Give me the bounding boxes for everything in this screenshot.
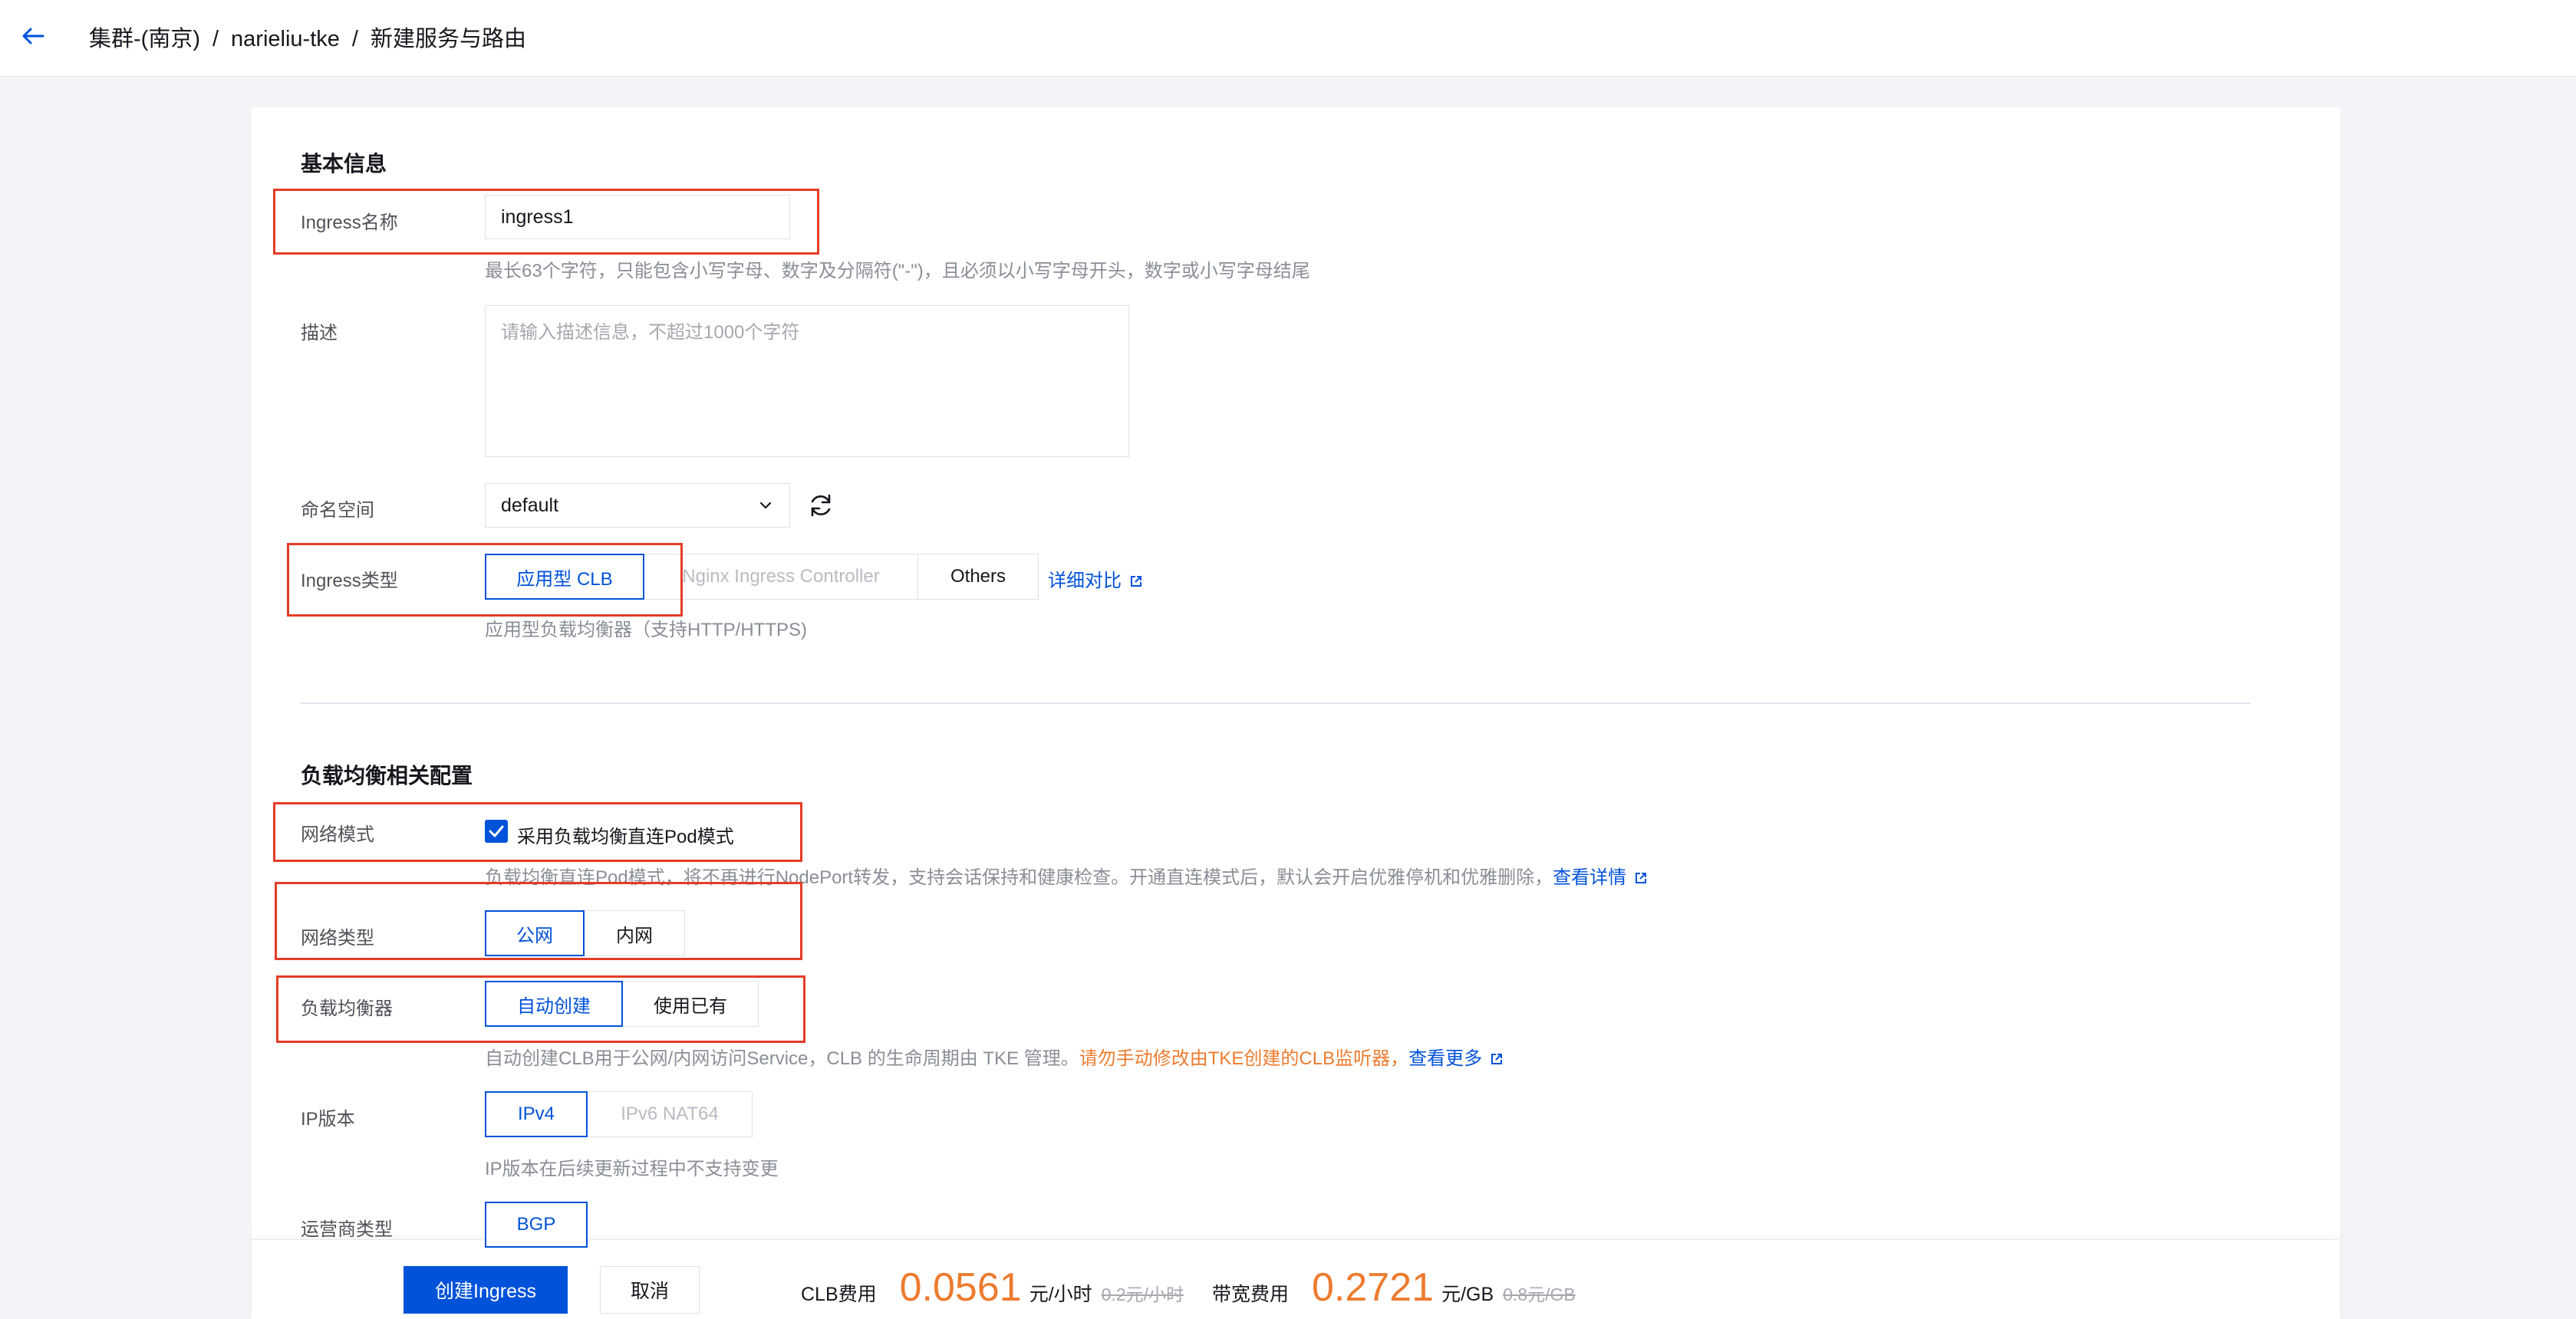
- ip-version-segmented: IPv4 IPv6 NAT64: [485, 1091, 753, 1137]
- bandwidth-fee-amount: 0.2721: [1312, 1265, 1435, 1310]
- description-label: 描述: [301, 323, 338, 344]
- ingress-name-label: Ingress名称: [301, 212, 398, 233]
- load-balancer-hint: 自动创建CLB用于公网/内网访问Service，CLB 的生命周期由 TKE 管…: [485, 1043, 1504, 1070]
- breadcrumb-separator: /: [351, 27, 358, 51]
- network-mode-hint: 负载均衡直连Pod模式，将不再进行NodePort转发，支持会话保持和健康检查。…: [485, 862, 1648, 889]
- ingress-name-input[interactable]: ingress1: [485, 195, 790, 239]
- isp-type-option-bgp[interactable]: BGP: [485, 1202, 588, 1248]
- breadcrumb-cluster[interactable]: 集群-(南京): [89, 27, 200, 51]
- view-details-link[interactable]: 查看详情: [1553, 867, 1648, 888]
- view-details-label: 查看详情: [1553, 867, 1627, 888]
- namespace-label: 命名空间: [301, 500, 374, 521]
- bandwidth-fee: 带宽费用 0.2721 元/GB 0.8元/GB: [1212, 1265, 1576, 1311]
- section-divider: [301, 702, 2251, 704]
- direct-pod-checkbox-label[interactable]: 采用负载均衡直连Pod模式: [517, 821, 734, 848]
- compare-link-label: 详细对比: [1048, 571, 1122, 591]
- ingress-type-label: Ingress类型: [301, 571, 398, 591]
- ip-version-option-ipv4[interactable]: IPv4: [485, 1091, 588, 1137]
- create-ingress-button[interactable]: 创建Ingress: [404, 1266, 568, 1314]
- isp-type-label: 运营商类型: [301, 1219, 393, 1240]
- ingress-type-option-clb[interactable]: 应用型 CLB: [485, 554, 644, 600]
- namespace-select[interactable]: default: [485, 483, 790, 528]
- breadcrumb: 集群-(南京) / narieliu-tke / 新建服务与路由: [89, 23, 526, 55]
- load-balancer-hint-text: 自动创建CLB用于公网/内网访问Service，CLB 的生命周期由 TKE 管…: [485, 1048, 1079, 1069]
- ingress-type-segmented: 应用型 CLB Nginx Ingress Controller Others: [485, 554, 1039, 600]
- basic-info-title: 基本信息: [301, 152, 387, 176]
- ingress-type-option-nginx[interactable]: Nginx Ingress Controller: [644, 554, 918, 600]
- network-type-segmented: 公网 内网: [485, 910, 685, 956]
- form-card: [252, 107, 2340, 1319]
- ingress-type-option-others[interactable]: Others: [917, 554, 1039, 600]
- refresh-icon[interactable]: [807, 492, 835, 519]
- ip-version-label: IP版本: [301, 1109, 355, 1130]
- chevron-down-icon: [759, 502, 772, 509]
- direct-pod-checkbox[interactable]: [485, 820, 508, 843]
- back-arrow-icon[interactable]: [17, 20, 49, 52]
- bandwidth-fee-label: 带宽费用: [1212, 1284, 1290, 1305]
- clb-fee-label: CLB费用: [801, 1284, 877, 1305]
- lb-config-title: 负载均衡相关配置: [301, 764, 473, 788]
- clb-fee: CLB费用 0.0561 元/小时 0.2元/小时: [801, 1265, 1184, 1311]
- ip-version-hint: IP版本在后续更新过程中不支持变更: [485, 1159, 779, 1179]
- ip-version-option-ipv6[interactable]: IPv6 NAT64: [587, 1091, 753, 1137]
- footer-bar: 创建Ingress 取消 CLB费用 0.0561 元/小时 0.2元/小时 带…: [252, 1239, 2340, 1319]
- load-balancer-option-existing[interactable]: 使用已有: [622, 981, 759, 1027]
- load-balancer-label: 负载均衡器: [301, 998, 393, 1019]
- clb-fee-original: 0.2元/小时: [1101, 1284, 1184, 1304]
- ingress-name-hint: 最长63个字符，只能包含小写字母、数字及分隔符("-")，且必须以小写字母开头，…: [485, 261, 1310, 281]
- isp-type-segmented: BGP: [485, 1202, 588, 1248]
- external-link-icon: [1131, 576, 1141, 587]
- view-more-link[interactable]: 查看更多: [1408, 1048, 1504, 1069]
- clb-fee-unit: 元/小时: [1029, 1284, 1092, 1305]
- network-mode-label: 网络模式: [301, 824, 374, 845]
- breadcrumb-separator: /: [212, 27, 219, 51]
- network-type-option-private[interactable]: 内网: [584, 910, 685, 956]
- compare-link[interactable]: 详细对比: [1048, 565, 1143, 592]
- bandwidth-fee-original: 0.8元/GB: [1503, 1284, 1576, 1304]
- namespace-value: default: [501, 495, 559, 516]
- breadcrumb-cluster-id[interactable]: narieliu-tke: [231, 27, 340, 51]
- checkmark-icon: [489, 825, 504, 837]
- top-bar: 集群-(南京) / narieliu-tke / 新建服务与路由: [0, 0, 2576, 77]
- load-balancer-segmented: 自动创建 使用已有: [485, 981, 759, 1027]
- view-more-label: 查看更多: [1408, 1048, 1483, 1069]
- network-mode-hint-text: 负载均衡直连Pod模式，将不再进行NodePort转发，支持会话保持和健康检查。…: [485, 867, 1553, 888]
- external-link-icon: [1636, 873, 1647, 883]
- bandwidth-fee-unit: 元/GB: [1441, 1284, 1494, 1305]
- network-type-option-public[interactable]: 公网: [485, 910, 585, 956]
- description-textarea[interactable]: 请输入描述信息，不超过1000个字符: [485, 305, 1129, 457]
- ingress-type-hint: 应用型负载均衡器（支持HTTP/HTTPS): [485, 620, 807, 640]
- load-balancer-option-auto[interactable]: 自动创建: [485, 981, 623, 1027]
- breadcrumb-current: 新建服务与路由: [370, 27, 526, 51]
- load-balancer-warning: 请勿手动修改由TKE创建的CLB监听器，: [1079, 1048, 1409, 1069]
- network-type-label: 网络类型: [301, 928, 374, 949]
- cancel-button[interactable]: 取消: [600, 1266, 700, 1314]
- external-link-icon: [1491, 1054, 1503, 1064]
- clb-fee-amount: 0.0561: [899, 1265, 1022, 1310]
